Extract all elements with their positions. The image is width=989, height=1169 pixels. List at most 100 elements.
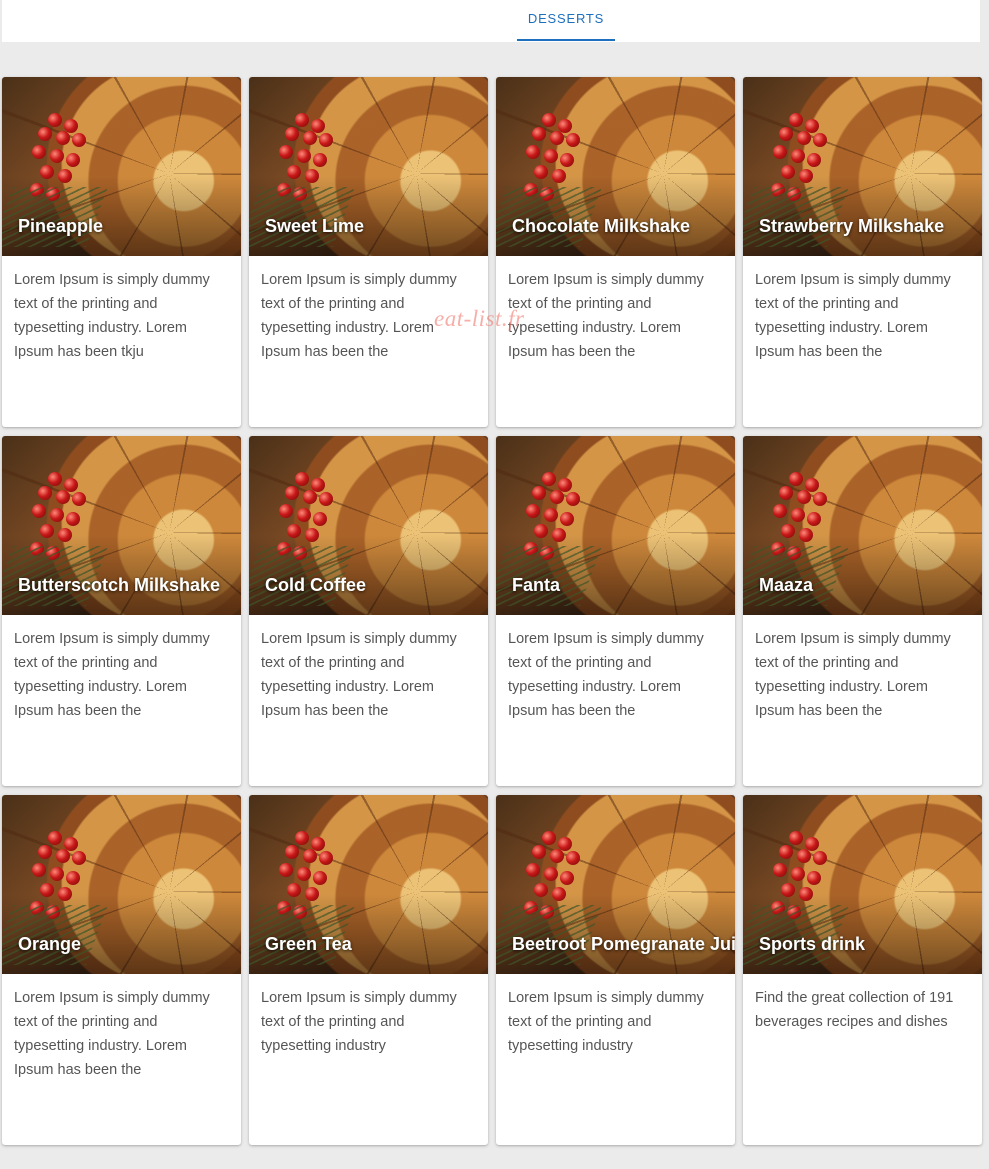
tomato-decoration bbox=[313, 512, 327, 526]
menu-card[interactable]: Sports drink Find the great collection o… bbox=[743, 795, 982, 1145]
tomato-decoration bbox=[797, 131, 811, 145]
menu-card[interactable]: Sweet Lime Lorem Ipsum is simply dummy t… bbox=[249, 77, 488, 427]
tomato-decoration bbox=[526, 145, 540, 159]
tomato-decoration bbox=[66, 153, 80, 167]
tomato-decoration bbox=[560, 512, 574, 526]
tomato-decoration bbox=[781, 165, 795, 179]
tomato-decoration bbox=[303, 131, 317, 145]
card-description: Lorem Ipsum is simply dummy text of the … bbox=[508, 631, 704, 719]
tomato-decoration bbox=[799, 528, 813, 542]
tomato-decoration bbox=[297, 867, 311, 881]
tomato-decoration bbox=[813, 492, 827, 506]
tomato-decoration bbox=[791, 149, 805, 163]
card-image: Fanta bbox=[496, 436, 735, 615]
menu-card[interactable]: Strawberry Milkshake Lorem Ipsum is simp… bbox=[743, 77, 982, 427]
card-image: Pineapple bbox=[2, 77, 241, 256]
tomato-decoration bbox=[789, 472, 803, 486]
tomato-decoration bbox=[552, 887, 566, 901]
card-description: Lorem Ipsum is simply dummy text of the … bbox=[755, 272, 951, 360]
tomato-decoration bbox=[305, 169, 319, 183]
tomato-decoration bbox=[38, 845, 52, 859]
tomato-decoration bbox=[287, 883, 301, 897]
tomato-decoration bbox=[295, 831, 309, 845]
tomato-decoration bbox=[279, 145, 293, 159]
card-image: Green Tea bbox=[249, 795, 488, 974]
tomato-decoration bbox=[550, 131, 564, 145]
card-title: Cold Coffee bbox=[265, 575, 366, 595]
tomato-decoration bbox=[58, 528, 72, 542]
tomato-decoration bbox=[534, 883, 548, 897]
tomato-decoration bbox=[48, 472, 62, 486]
category-tab-bar: DESSERTS bbox=[2, 0, 980, 42]
card-title: Fanta bbox=[512, 575, 561, 595]
tomato-decoration bbox=[566, 133, 580, 147]
tomato-decoration bbox=[285, 486, 299, 500]
tomato-decoration bbox=[779, 845, 793, 859]
tomato-decoration bbox=[779, 127, 793, 141]
tomato-decoration bbox=[566, 851, 580, 865]
menu-card[interactable]: Fanta Lorem Ipsum is simply dummy text o… bbox=[496, 436, 735, 786]
card-title: Pineapple bbox=[18, 216, 104, 236]
card-image: Sports drink bbox=[743, 795, 982, 974]
tomato-decoration bbox=[797, 849, 811, 863]
tomato-decoration bbox=[532, 845, 546, 859]
tomato-decoration bbox=[48, 113, 62, 127]
tomato-decoration bbox=[303, 849, 317, 863]
menu-card[interactable]: Pineapple Lorem Ipsum is simply dummy te… bbox=[2, 77, 241, 427]
menu-card[interactable]: Beetroot Pomegranate Juic Lorem Ipsum is… bbox=[496, 795, 735, 1145]
card-description: Lorem Ipsum is simply dummy text of the … bbox=[755, 631, 951, 719]
menu-card[interactable]: Chocolate Milkshake Lorem Ipsum is simpl… bbox=[496, 77, 735, 427]
tomato-decoration bbox=[66, 512, 80, 526]
card-title: Orange bbox=[18, 934, 82, 954]
tomato-decoration bbox=[72, 492, 86, 506]
menu-card[interactable]: Orange Lorem Ipsum is simply dummy text … bbox=[2, 795, 241, 1145]
card-description: Lorem Ipsum is simply dummy text of the … bbox=[14, 990, 210, 1078]
tomato-decoration bbox=[789, 113, 803, 127]
tomato-decoration bbox=[550, 849, 564, 863]
tomato-decoration bbox=[526, 504, 540, 518]
tomato-decoration bbox=[295, 113, 309, 127]
tomato-decoration bbox=[297, 508, 311, 522]
tomato-decoration bbox=[807, 512, 821, 526]
tomato-decoration bbox=[72, 851, 86, 865]
menu-card[interactable]: Green Tea Lorem Ipsum is simply dummy te… bbox=[249, 795, 488, 1145]
tomato-decoration bbox=[779, 486, 793, 500]
tomato-decoration bbox=[799, 169, 813, 183]
tomato-decoration bbox=[542, 831, 556, 845]
active-tab-indicator bbox=[517, 39, 615, 41]
menu-card[interactable]: Cold Coffee Lorem Ipsum is simply dummy … bbox=[249, 436, 488, 786]
tomato-decoration bbox=[50, 867, 64, 881]
tomato-decoration bbox=[56, 849, 70, 863]
menu-card[interactable]: Butterscotch Milkshake Lorem Ipsum is si… bbox=[2, 436, 241, 786]
card-image: Cold Coffee bbox=[249, 436, 488, 615]
card-image: Maaza bbox=[743, 436, 982, 615]
menu-card[interactable]: Maaza Lorem Ipsum is simply dummy text o… bbox=[743, 436, 982, 786]
tab-desserts[interactable]: DESSERTS bbox=[517, 0, 615, 42]
tomato-decoration bbox=[305, 528, 319, 542]
tomato-decoration bbox=[526, 863, 540, 877]
tomato-decoration bbox=[781, 524, 795, 538]
tomato-decoration bbox=[295, 472, 309, 486]
tomato-decoration bbox=[791, 867, 805, 881]
tomato-decoration bbox=[813, 133, 827, 147]
tomato-decoration bbox=[807, 871, 821, 885]
tomato-decoration bbox=[797, 490, 811, 504]
tomato-decoration bbox=[32, 504, 46, 518]
tomato-decoration bbox=[279, 504, 293, 518]
tomato-decoration bbox=[773, 863, 787, 877]
tomato-decoration bbox=[544, 867, 558, 881]
tomato-decoration bbox=[50, 508, 64, 522]
card-image: Sweet Lime bbox=[249, 77, 488, 256]
tomato-decoration bbox=[58, 169, 72, 183]
tomato-decoration bbox=[66, 871, 80, 885]
card-description: Lorem Ipsum is simply dummy text of the … bbox=[14, 631, 210, 719]
card-title: Strawberry Milkshake bbox=[759, 216, 945, 236]
watermark: eat-list.fr bbox=[434, 306, 525, 331]
tomato-decoration bbox=[279, 863, 293, 877]
tomato-decoration bbox=[534, 524, 548, 538]
card-description: Lorem Ipsum is simply dummy text of the … bbox=[261, 631, 457, 719]
tomato-decoration bbox=[781, 883, 795, 897]
tomato-decoration bbox=[38, 127, 52, 141]
tomato-decoration bbox=[50, 149, 64, 163]
tomato-decoration bbox=[56, 490, 70, 504]
